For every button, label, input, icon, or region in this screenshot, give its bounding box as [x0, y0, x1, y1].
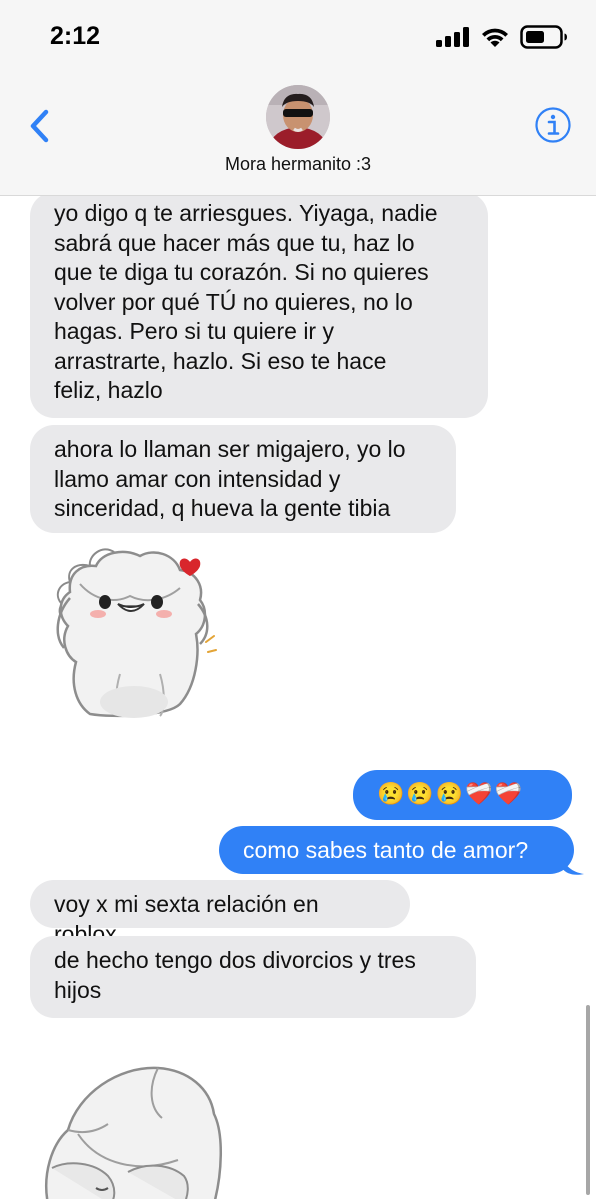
- incoming-message[interactable]: de hecho tengo dos divorcios y tres hijo…: [30, 936, 476, 1018]
- info-button[interactable]: [534, 106, 572, 144]
- contact-name[interactable]: Mora hermanito :3: [0, 154, 596, 175]
- info-icon: [535, 107, 571, 143]
- sticker-message[interactable]: [50, 544, 220, 719]
- message-line: llamo amar con intensidad y: [54, 465, 341, 492]
- message-line: hijos: [54, 976, 102, 1003]
- message-line: feliz, hazlo: [54, 377, 163, 403]
- bubble-tail: [562, 854, 584, 875]
- message-line: yo digo q te arriesgues. Yiyaga, nadie: [54, 200, 438, 226]
- conversation-header: 2:12 Mora hermanito:3: [0, 0, 596, 196]
- signal-icon: [436, 27, 469, 47]
- message-line: arrastrarte, hazlo. Si eso te hace: [54, 347, 387, 374]
- contact-avatar[interactable]: [266, 85, 330, 149]
- white-dog-heart-sticker: [56, 548, 217, 718]
- outgoing-message[interactable]: como sabes tanto de amor?: [219, 826, 574, 874]
- message-line: volver por qué TÚ no quieres, no lo: [54, 288, 413, 315]
- outgoing-message[interactable]: 😢😢😢❤️‍🩹❤️‍🩹: [353, 770, 572, 820]
- scrollbar[interactable]: [586, 1005, 590, 1195]
- chevron-left-icon: [30, 109, 49, 143]
- battery-icon: [520, 25, 567, 49]
- message-line: ahora lo llaman ser migajero, yo lo: [54, 436, 406, 462]
- back-button[interactable]: [24, 104, 58, 148]
- incoming-message[interactable]: voy x mi sexta relación en roblox: [30, 880, 410, 947]
- message-text: como sabes tanto de amor?: [243, 837, 529, 863]
- wifi-icon: [482, 28, 508, 47]
- message-text: 😢😢😢❤️‍🩹❤️‍🩹: [377, 781, 524, 806]
- incoming-message[interactable]: ahora lo llaman ser migajero, yo lo llam…: [30, 425, 456, 533]
- sticker-message[interactable]: [38, 1064, 228, 1199]
- message-line: hagas. Pero si tu quiere ir y: [54, 318, 334, 344]
- message-line: que te diga tu corazón. Si no quieres: [54, 259, 429, 285]
- incoming-message[interactable]: yo digo q te arriesgues. Yiyaga, nadie s…: [30, 196, 488, 418]
- status-time: 2:12: [50, 22, 101, 50]
- status-icons: [436, 24, 568, 50]
- white-dog-sad-sticker: [44, 1066, 222, 1199]
- message-thread[interactable]: yo digo q te arriesgues. Yiyaga, nadie s…: [0, 196, 596, 1199]
- avatar-photo: [266, 85, 330, 149]
- message-line: sinceridad, q hueva la gente tibia: [54, 495, 391, 521]
- message-line: de hecho tengo dos divorcios y tres: [54, 947, 416, 973]
- message-line: sabrá que hacer más que tu, haz lo: [54, 229, 415, 256]
